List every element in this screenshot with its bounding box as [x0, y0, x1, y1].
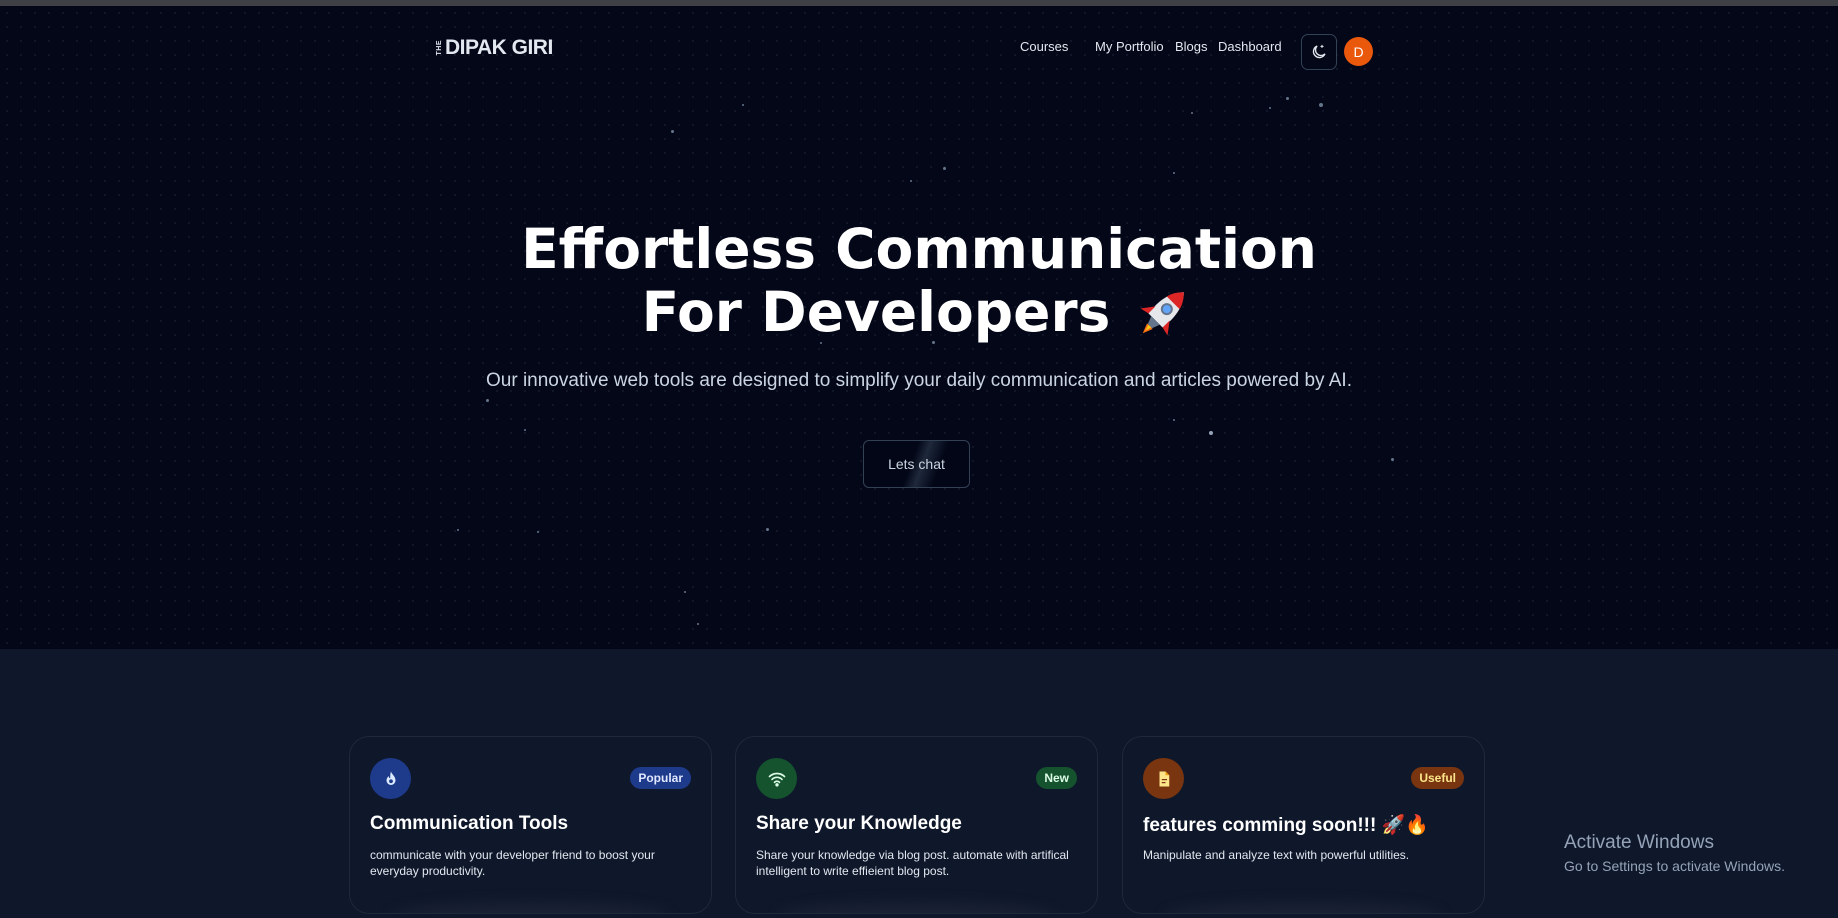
card-description: Share your knowledge via blog post. auto… — [756, 848, 1069, 878]
feature-card-knowledge[interactable]: New Share your Knowledge Share your know… — [735, 736, 1098, 914]
activate-windows-overlay: Activate Windows Go to Settings to activ… — [1564, 832, 1785, 875]
badge-useful: Useful — [1411, 767, 1464, 789]
theme-toggle-button[interactable] — [1301, 34, 1337, 70]
card-description: communicate with your developer friend t… — [370, 848, 655, 878]
star — [1269, 107, 1271, 109]
card-glow — [390, 903, 671, 913]
card-glow — [1163, 903, 1444, 913]
star — [943, 167, 946, 170]
star — [486, 399, 489, 402]
card-icon-wrap — [1143, 758, 1184, 799]
star — [1319, 103, 1323, 107]
card-icon-wrap — [756, 758, 797, 799]
hero-title: Effortless Communication For Developers — [0, 218, 1838, 344]
card-title: Share your Knowledge — [756, 813, 962, 834]
star — [697, 623, 699, 625]
lets-chat-button[interactable]: Lets chat — [863, 440, 970, 488]
wifi-icon — [768, 772, 785, 786]
star — [1173, 419, 1175, 421]
star — [910, 180, 912, 182]
moon-icon — [1312, 44, 1326, 59]
rocket-icon — [1141, 292, 1185, 336]
star — [457, 529, 459, 531]
card-description: Manipulate and analyze text with powerfu… — [1143, 848, 1410, 862]
hero-title-line1: Effortless Communication — [521, 217, 1317, 281]
hero-subtitle: Our innovative web tools are designed to… — [486, 370, 1352, 391]
star — [1286, 97, 1289, 100]
card-icon-wrap — [370, 758, 411, 799]
flame-icon — [386, 771, 395, 785]
nav-link-courses[interactable]: Courses — [1020, 39, 1068, 54]
badge-new: New — [1036, 767, 1077, 789]
nav-link-dashboard[interactable]: Dashboard — [1218, 39, 1282, 54]
card-title: Communication Tools — [370, 813, 569, 834]
nav-link-blogs[interactable]: Blogs — [1175, 39, 1208, 54]
star — [1191, 112, 1193, 114]
star — [537, 531, 539, 533]
star — [1173, 172, 1175, 174]
hero-title-line2: For Developers — [641, 280, 1111, 344]
nav-link-portfolio[interactable]: My Portfolio — [1095, 39, 1164, 54]
nav-links: Courses My Portfolio Blogs Dashboard — [0, 39, 1838, 59]
star — [742, 104, 744, 106]
star — [524, 429, 526, 431]
star — [1391, 458, 1394, 461]
star — [1209, 431, 1213, 435]
card-title: features comming soon!!! 🚀🔥 — [1143, 815, 1429, 836]
card-glow — [776, 903, 1057, 913]
hero-title-line2-wrap: For Developers — [642, 280, 1197, 344]
badge-popular: Popular — [630, 767, 691, 789]
star — [766, 528, 769, 531]
top-navbar: THE DIPAK GIRI Courses My Portfolio Blog… — [0, 6, 1838, 94]
star — [684, 591, 686, 593]
activate-windows-subtitle: Go to Settings to activate Windows. — [1564, 858, 1785, 874]
user-avatar[interactable]: D — [1344, 37, 1373, 66]
feature-card-communication[interactable]: Popular Communication Tools communicate … — [349, 736, 712, 914]
document-icon — [1159, 771, 1169, 786]
hero-section: THE DIPAK GIRI Courses My Portfolio Blog… — [0, 6, 1838, 649]
star — [671, 130, 674, 133]
activate-windows-title: Activate Windows — [1564, 832, 1714, 853]
feature-card-coming-soon[interactable]: Useful features comming soon!!! 🚀🔥 Manip… — [1122, 736, 1485, 914]
